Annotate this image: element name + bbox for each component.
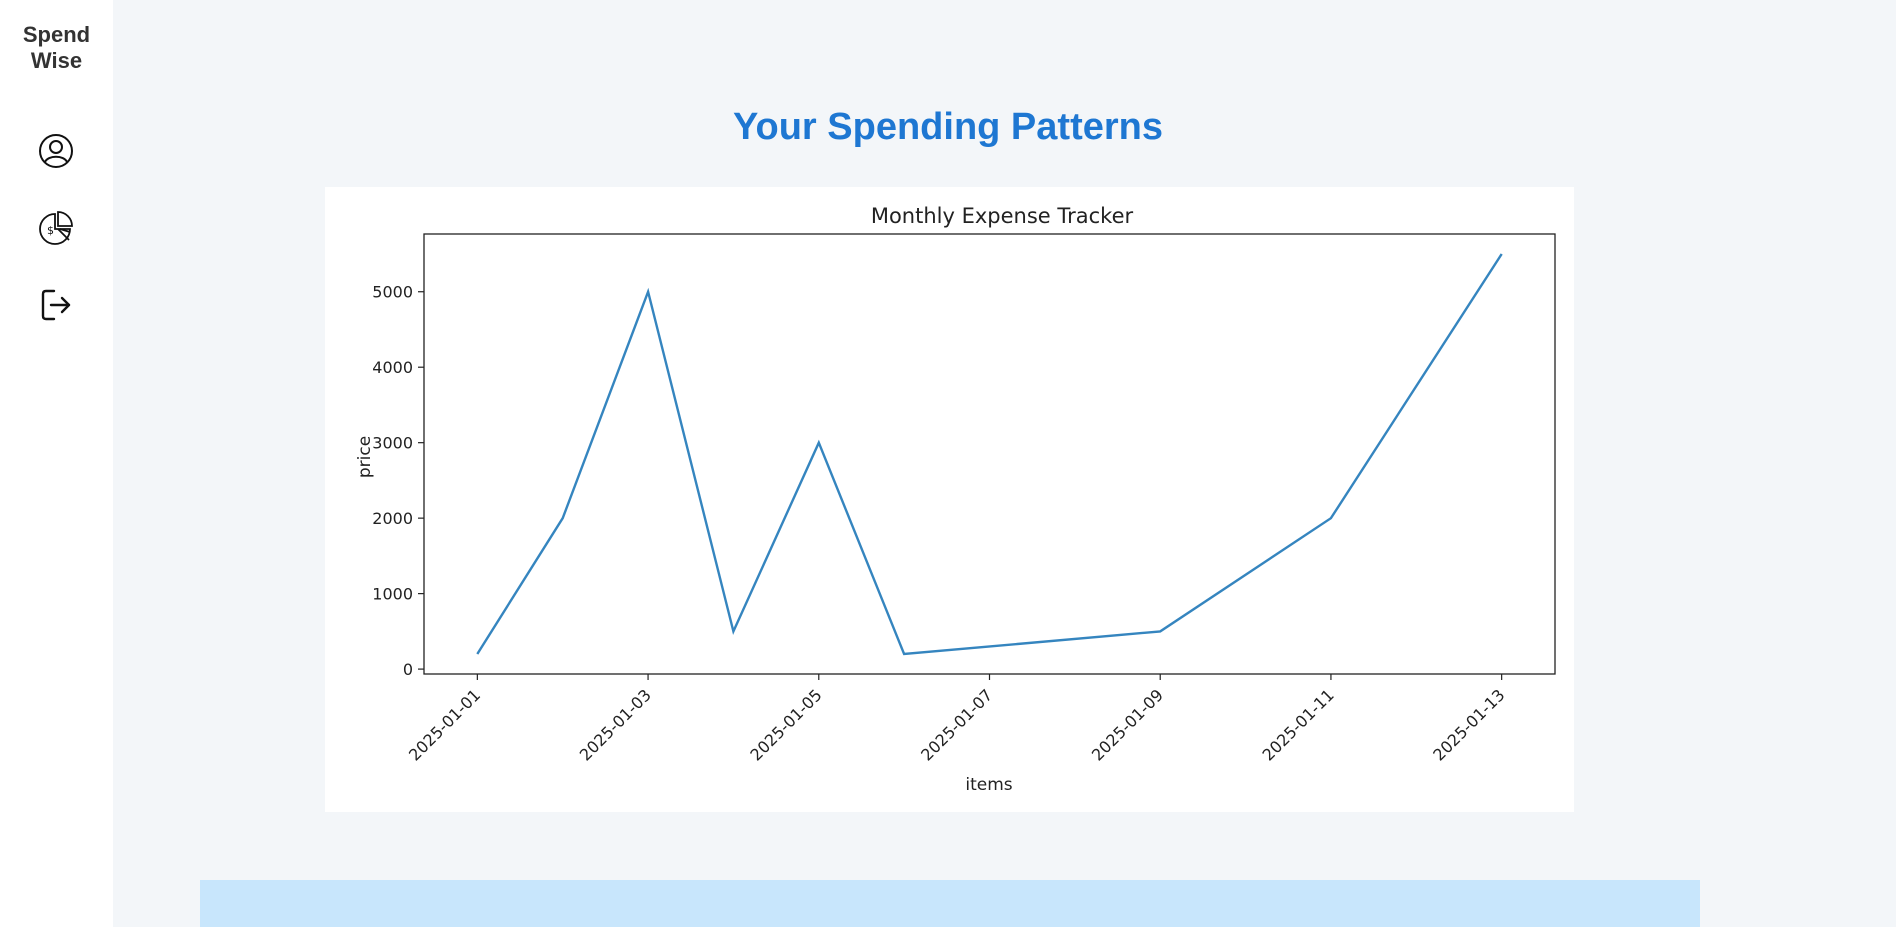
svg-text:$: $: [47, 224, 54, 237]
brand-logo[interactable]: Spend Wise: [0, 22, 113, 74]
brand-line-1: Spend: [22, 22, 91, 47]
logout-icon: [41, 289, 71, 321]
x-tick-label: 2025-01-11: [1259, 685, 1338, 764]
y-tick-label: 2000: [372, 509, 413, 528]
y-tick-label: 1000: [372, 585, 413, 604]
logout-nav-button[interactable]: [36, 285, 76, 325]
y-axis-label: price: [355, 436, 375, 478]
expense-chart-card: Monthly Expense Tracker 0 1000 2000 3000 400…: [325, 187, 1574, 812]
y-tick-label: 0: [403, 660, 413, 679]
y-axis-ticks: 0 1000 2000 3000 4000 5000: [372, 283, 424, 679]
chart-title: Monthly Expense Tracker: [871, 204, 1134, 228]
expense-line-chart: Monthly Expense Tracker 0 1000 2000 3000 400…: [355, 204, 1556, 795]
y-tick-label: 4000: [372, 358, 413, 377]
x-axis-label: items: [965, 775, 1012, 795]
summary-panel: [200, 880, 1700, 927]
x-axis-ticks: 2025-01-01 2025-01-03 2025-01-05 2025-01-07…: [405, 674, 1508, 765]
x-tick-label: 2025-01-09: [1088, 685, 1167, 764]
series-layer: [476, 253, 1503, 656]
x-tick-label: 2025-01-07: [917, 685, 996, 764]
expenses-chart-nav-button[interactable]: $: [36, 208, 76, 248]
page-title: Your Spending Patterns: [732, 106, 1163, 148]
sidebar: Spend Wise $: [0, 0, 113, 927]
profile-nav-button[interactable]: [36, 131, 76, 171]
plot-area-frame: [423, 233, 1556, 675]
main-content: Your Spending Patterns Monthly Expense T…: [113, 0, 1896, 927]
brand-line-2: Wise: [30, 48, 83, 73]
x-tick-label: 2025-01-05: [746, 685, 825, 764]
user-circle-icon: [39, 134, 73, 168]
series-line: [476, 253, 1503, 656]
pie-chart-dollar-icon: $: [39, 211, 73, 245]
y-tick-label: 5000: [372, 283, 413, 302]
y-tick-label: 3000: [372, 434, 413, 453]
x-tick-label: 2025-01-13: [1429, 685, 1508, 764]
x-tick-label: 2025-01-03: [576, 685, 655, 764]
x-tick-label: 2025-01-01: [405, 685, 484, 764]
